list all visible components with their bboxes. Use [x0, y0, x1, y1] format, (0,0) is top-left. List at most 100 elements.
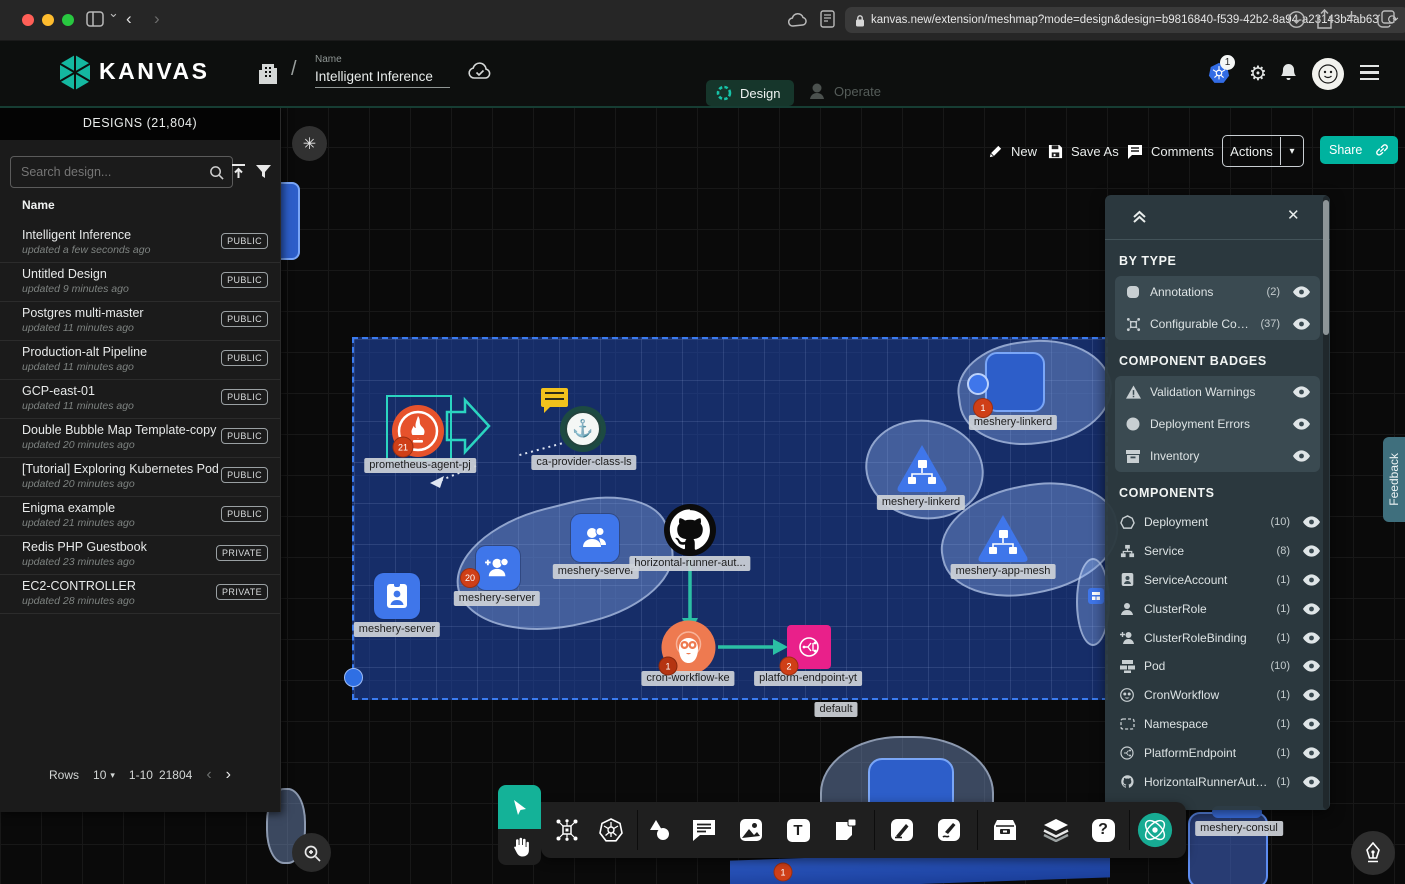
- organization-icon[interactable]: [258, 60, 278, 84]
- visibility-eye-icon[interactable]: [1293, 386, 1310, 398]
- visibility-eye-icon[interactable]: [1303, 516, 1320, 528]
- visibility-eye-icon[interactable]: [1303, 747, 1320, 759]
- window-zoom-button[interactable]: [62, 14, 74, 26]
- panel-scrollbar-thumb[interactable]: [1323, 200, 1329, 335]
- share-button[interactable]: Share: [1320, 136, 1398, 164]
- component-row-cronworkflow[interactable]: CronWorkflow (1): [1105, 681, 1330, 710]
- text-tool[interactable]: T: [780, 812, 816, 848]
- by-type-row-annotations[interactable]: Annotations (2): [1115, 276, 1320, 308]
- icloud-tab-icon[interactable]: [788, 12, 808, 27]
- node-meshery-server-3[interactable]: [374, 573, 420, 619]
- reader-view-icon[interactable]: [820, 10, 835, 28]
- design-name-input[interactable]: [315, 68, 450, 88]
- node-meshery-server-2[interactable]: [476, 546, 520, 590]
- visibility-eye-icon[interactable]: [1303, 574, 1320, 586]
- downloads-icon[interactable]: [1288, 11, 1305, 28]
- prev-page-button[interactable]: ‹: [206, 766, 211, 784]
- component-row-horizontalrunnerautoscaler[interactable]: HorizontalRunnerAutosc (1): [1105, 767, 1330, 796]
- selection-handle[interactable]: [344, 668, 363, 687]
- node-label[interactable]: meshery-linkerd: [877, 495, 965, 510]
- forward-button[interactable]: ›: [154, 9, 160, 29]
- sticky-note-tool[interactable]: [827, 812, 863, 848]
- component-row-deployment[interactable]: Deployment (10): [1105, 508, 1330, 537]
- next-page-button[interactable]: ›: [226, 766, 231, 784]
- node-label[interactable]: prometheus-agent-pj: [364, 458, 476, 473]
- feedback-tab[interactable]: Feedback: [1383, 437, 1405, 522]
- tab-operate[interactable]: Operate: [808, 82, 881, 100]
- node-label[interactable]: ca-provider-class-ls: [531, 455, 636, 470]
- node-meshery-linkerd-2[interactable]: [894, 442, 950, 494]
- meshery-shapes-button[interactable]: [1137, 812, 1173, 848]
- design-row[interactable]: EC2-CONTROLLERupdated 28 minutes agoPRIV…: [0, 574, 280, 614]
- visibility-eye-icon[interactable]: [1293, 318, 1310, 330]
- window-minimize-button[interactable]: [42, 14, 54, 26]
- share-page-icon[interactable]: [1317, 9, 1332, 29]
- node-label[interactable]: meshery-app-mesh: [951, 564, 1056, 579]
- component-row-pod[interactable]: Pod (10): [1105, 652, 1330, 681]
- design-row[interactable]: Production-alt Pipelineupdated 11 minute…: [0, 340, 280, 380]
- design-row[interactable]: GCP-east-01updated 11 minutes agoPUBLIC: [0, 379, 280, 419]
- filter-icon[interactable]: [255, 163, 272, 180]
- node-meshery-app-mesh[interactable]: [975, 512, 1031, 564]
- component-row-serviceaccount[interactable]: ServiceAccount (1): [1105, 566, 1330, 595]
- save-as-button[interactable]: Save As: [1048, 138, 1119, 164]
- badge-row-inventory[interactable]: Inventory: [1115, 440, 1320, 472]
- close-panel-icon[interactable]: ✕: [1287, 206, 1300, 224]
- comment-tool[interactable]: [686, 812, 722, 848]
- visibility-eye-icon[interactable]: [1303, 718, 1320, 730]
- namespace-label[interactable]: default: [814, 702, 857, 717]
- annotation-note-icon[interactable]: [541, 388, 568, 407]
- image-tool[interactable]: [733, 812, 769, 848]
- search-input[interactable]: [19, 164, 209, 180]
- node-meshery-linkerd-1[interactable]: [985, 352, 1045, 412]
- visibility-eye-icon[interactable]: [1293, 450, 1310, 462]
- freehand-draw-tool[interactable]: [931, 812, 967, 848]
- whiteboard-pen-button[interactable]: [1351, 831, 1395, 875]
- caret-down-icon[interactable]: ▾: [1281, 146, 1303, 157]
- by-type-row-configurable[interactable]: Configurable Components (37): [1115, 308, 1320, 340]
- back-button[interactable]: ‹: [126, 9, 132, 29]
- help-tool[interactable]: ?: [1085, 812, 1121, 848]
- rows-per-page-select[interactable]: 10 ▾: [93, 768, 115, 782]
- design-row[interactable]: [Tutorial] Exploring Kubernetes Podupdat…: [0, 457, 280, 497]
- settings-gear-icon[interactable]: ⚙: [1249, 61, 1267, 86]
- pen-tool[interactable]: [884, 812, 920, 848]
- component-row-namespace[interactable]: Namespace (1): [1105, 710, 1330, 739]
- hamburger-menu-icon[interactable]: [1360, 65, 1379, 80]
- visibility-eye-icon[interactable]: [1293, 286, 1310, 298]
- comments-button[interactable]: Comments: [1127, 138, 1214, 164]
- column-header-name[interactable]: Name: [22, 198, 55, 212]
- node-label[interactable]: meshery-server: [553, 564, 639, 579]
- badge-row-validation-warnings[interactable]: Validation Warnings: [1115, 376, 1320, 408]
- drawer-tool[interactable]: [987, 812, 1023, 848]
- shapes-tool[interactable]: [641, 812, 677, 848]
- design-row[interactable]: Redis PHP Guestbookupdated 23 minutes ag…: [0, 535, 280, 575]
- select-tool-button[interactable]: [498, 785, 541, 829]
- collapse-all-icon[interactable]: [1131, 208, 1148, 225]
- new-button[interactable]: New: [988, 138, 1037, 164]
- design-row[interactable]: Intelligent Inferenceupdated a few secon…: [0, 223, 280, 263]
- visibility-eye-icon[interactable]: [1303, 660, 1320, 672]
- component-row-platformendpoint[interactable]: PlatformEndpoint (1): [1105, 738, 1330, 767]
- freeze-layout-button[interactable]: ✳: [292, 126, 327, 161]
- design-row[interactable]: Double Bubble Map Template-copyupdated 2…: [0, 418, 280, 458]
- design-row[interactable]: Postgres multi-masterupdated 11 minutes …: [0, 301, 280, 341]
- layers-tool[interactable]: [1038, 812, 1074, 848]
- design-row[interactable]: Enigma exampleupdated 21 minutes agoPUBL…: [0, 496, 280, 536]
- sidebar-toggle-icon[interactable]: [86, 11, 104, 27]
- node-label[interactable]: meshery-server: [354, 622, 440, 637]
- zoom-in-button[interactable]: [292, 833, 331, 872]
- user-avatar[interactable]: [1312, 58, 1344, 90]
- component-row-clusterrole[interactable]: ClusterRole (1): [1105, 594, 1330, 623]
- kubernetes-tool[interactable]: [593, 812, 629, 848]
- visibility-eye-icon[interactable]: [1303, 603, 1320, 615]
- node-label[interactable]: cron-workflow-ke: [641, 671, 734, 686]
- visibility-eye-icon[interactable]: [1303, 632, 1320, 644]
- design-row[interactable]: Untitled Designupdated 9 minutes agoPUBL…: [0, 262, 280, 302]
- component-row-service[interactable]: Service (8): [1105, 537, 1330, 566]
- design-search-box[interactable]: [10, 156, 233, 188]
- actions-button[interactable]: Actions ▾: [1222, 135, 1304, 167]
- node-label[interactable]: horizontal-runner-aut...: [629, 556, 750, 571]
- visibility-eye-icon[interactable]: [1303, 689, 1320, 701]
- search-icon[interactable]: [209, 165, 224, 180]
